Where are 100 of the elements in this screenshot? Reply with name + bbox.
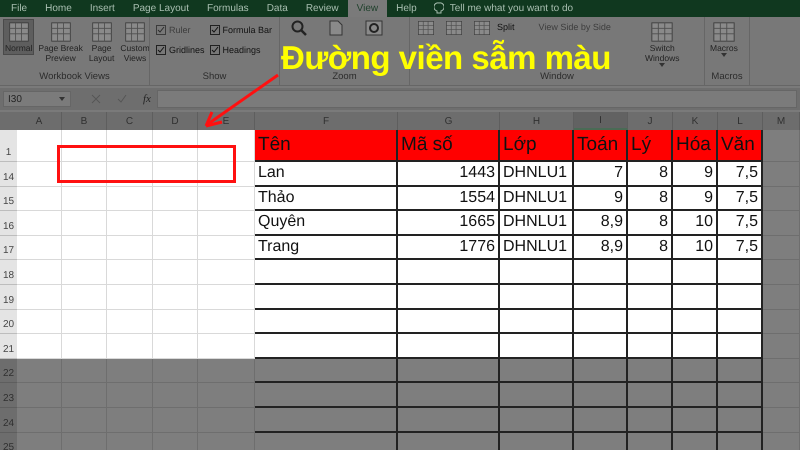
switch-windows-button[interactable]: Switch Windows — [643, 19, 682, 69]
ribbon-tab[interactable]: Data — [258, 0, 297, 17]
macros-button[interactable]: Macros — [708, 19, 740, 59]
column-header[interactable]: G — [398, 112, 500, 130]
ribbon-tab[interactable]: Help — [387, 0, 426, 17]
ribbon-tab[interactable]: Formulas — [198, 0, 258, 17]
window-icon[interactable] — [417, 20, 435, 36]
column-header[interactable]: F — [255, 112, 398, 130]
ribbon-tab[interactable]: Home — [36, 0, 81, 17]
column-heading-cell: Mã số — [398, 130, 500, 162]
sheet-cell — [763, 383, 800, 408]
column-header[interactable]: H — [500, 112, 574, 130]
table-cell: 8,9 — [574, 211, 628, 236]
sheet-cell — [17, 186, 62, 212]
table-cell: DHNLU1 — [500, 186, 574, 212]
column-header[interactable]: A — [17, 112, 62, 130]
formula-input[interactable] — [156, 90, 797, 108]
name-box[interactable]: I30 — [3, 91, 71, 107]
sheet-cell — [763, 260, 800, 285]
column-header[interactable]: D — [153, 112, 198, 130]
column-header[interactable]: L — [718, 112, 763, 130]
checkbox[interactable] — [210, 25, 220, 35]
sheet-cell — [718, 383, 763, 408]
sheet-cell — [198, 186, 255, 212]
table-cell: 10 — [673, 236, 718, 260]
caret-icon[interactable] — [59, 97, 65, 101]
caret-icon — [659, 63, 666, 67]
checkbox[interactable] — [156, 45, 166, 55]
sheet-cell — [763, 310, 800, 334]
table-cell: DHNLU1 — [500, 236, 574, 260]
sheet-cell — [763, 236, 800, 260]
sheet-cell — [628, 260, 673, 285]
grid-icon — [124, 21, 146, 43]
column-heading-cell: Hóa — [673, 130, 718, 162]
sheet-cell — [62, 186, 107, 212]
table-cell: 7,5 — [718, 162, 763, 187]
row-header[interactable]: 24 — [0, 408, 17, 433]
table-cell: 1776 — [398, 236, 500, 260]
sheet-cell — [17, 408, 62, 433]
column-heading-cell: Lớp — [500, 130, 574, 162]
row-header[interactable]: 22 — [0, 358, 17, 384]
magnifier-icon[interactable] — [291, 20, 307, 36]
checkbox-label[interactable]: Headings — [222, 45, 261, 55]
sheet-cell — [153, 236, 198, 260]
sheet-cell — [153, 310, 198, 334]
row-header[interactable]: 21 — [0, 334, 17, 359]
table-cell: 10 — [673, 211, 718, 236]
sheet-cell — [673, 310, 718, 334]
row-header[interactable]: 25 — [0, 432, 17, 450]
column-header[interactable]: B — [62, 112, 107, 130]
row-header[interactable]: 17 — [0, 236, 17, 260]
row-header[interactable]: 18 — [0, 260, 17, 285]
ribbon-tab[interactable]: File — [2, 0, 36, 17]
ribbon-tab[interactable]: Review — [296, 0, 348, 17]
sheet-cell — [153, 358, 198, 384]
ribbon-tab[interactable]: Insert — [80, 0, 124, 17]
sheet-cell — [198, 310, 255, 334]
view-button[interactable]: Page Break Preview — [36, 19, 85, 65]
sheet-cell — [107, 284, 153, 310]
row-header[interactable]: 23 — [0, 383, 17, 408]
row-header[interactable]: 19 — [0, 284, 17, 310]
sheet-cell — [718, 284, 763, 310]
panes-icon[interactable] — [473, 20, 491, 36]
windows-icon[interactable] — [445, 20, 463, 36]
view-button[interactable]: Normal — [3, 19, 34, 55]
sheet-cell — [763, 358, 800, 384]
view-button[interactable]: Custom Views — [118, 19, 149, 65]
sheet-cell — [153, 130, 198, 162]
column-header[interactable]: K — [673, 112, 718, 130]
table-cell: 9 — [673, 162, 718, 187]
sheet-cell — [763, 334, 800, 359]
zoom-selection-icon[interactable] — [365, 20, 383, 36]
checkbox-label[interactable]: Formula Bar — [222, 25, 272, 35]
page-icon[interactable] — [329, 20, 343, 36]
table-cell: DHNLU1 — [500, 162, 574, 187]
sheet-cell — [673, 284, 718, 310]
window-option[interactable]: Split — [497, 22, 515, 32]
row-header[interactable]: 15 — [0, 186, 17, 212]
checkbox[interactable] — [210, 45, 220, 55]
sheet-cell — [628, 334, 673, 359]
column-heading-cell: Toán — [574, 130, 628, 162]
ribbon-tab[interactable]: View — [348, 0, 388, 17]
sheet-cell — [198, 383, 255, 408]
insert-function-button[interactable]: fx — [143, 93, 151, 105]
column-header[interactable]: J — [628, 112, 673, 130]
ribbon-tab[interactable]: Page Layout — [124, 0, 198, 17]
row-header[interactable]: 20 — [0, 310, 17, 334]
row-header[interactable]: 1 — [0, 130, 17, 162]
sheet-cell — [198, 260, 255, 285]
row-header[interactable]: 14 — [0, 162, 17, 187]
view-button[interactable]: Page Layout — [86, 19, 116, 65]
column-header[interactable]: M — [763, 112, 800, 130]
row-header[interactable]: 16 — [0, 211, 17, 236]
sheet-cell — [17, 358, 62, 384]
tell-me-field[interactable]: Tell me what you want to do — [450, 3, 574, 14]
checkbox-label[interactable]: Gridlines — [169, 45, 205, 55]
sheet-cell — [673, 432, 718, 450]
sheet-cell — [628, 310, 673, 334]
sheet-cell — [763, 408, 800, 433]
column-header[interactable]: C — [107, 112, 153, 130]
